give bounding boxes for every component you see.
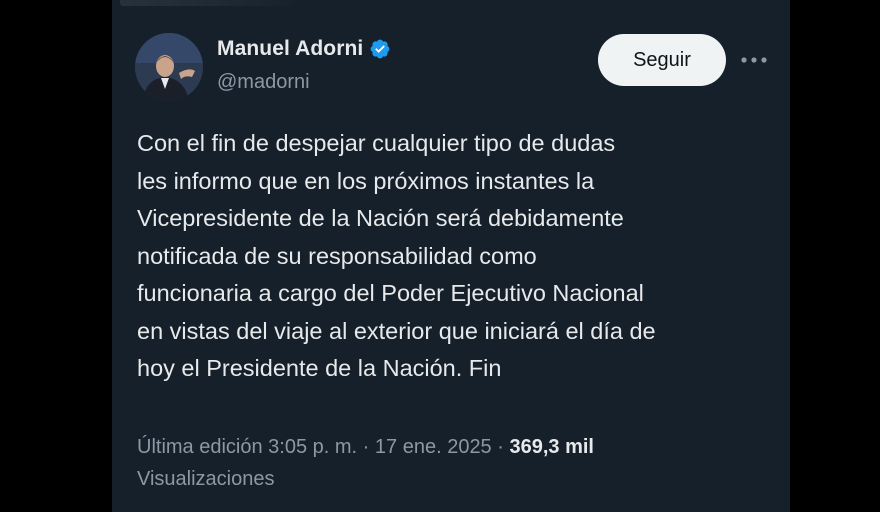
meta-separator: · [497,436,504,458]
views-count: 369,3 mil [509,436,594,458]
meta-separator: · [362,436,370,458]
views-label: Visualizaciones [137,468,275,490]
follow-button[interactable]: Seguir [598,34,726,86]
tweet-time[interactable]: 3:05 p. m. [268,436,357,458]
verified-badge-icon [369,38,391,60]
avatar-photo [135,33,203,101]
more-dots-icon[interactable] [738,44,770,76]
author-name-row[interactable]: Manuel Adorni [217,37,391,61]
edited-label[interactable]: Última edición [137,436,263,458]
tweet-meta: Última edición 3:05 p. m. · 17 ene. 2025… [137,431,777,495]
tweet-text: Con el fin de despejar cualquier tipo de… [137,130,656,381]
previous-tweet-edge [120,0,300,6]
author-name[interactable]: Manuel Adorni [217,37,363,61]
tweet-date[interactable]: 17 ene. 2025 [375,436,492,458]
author-handle[interactable]: @madorni [217,71,310,94]
avatar[interactable] [135,33,203,101]
